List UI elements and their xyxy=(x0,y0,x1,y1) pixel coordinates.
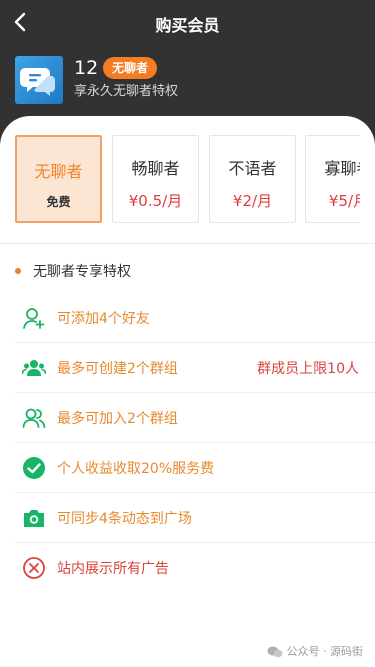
member-badge: 无聊者 xyxy=(103,57,158,79)
plan-name: 畅聊者 xyxy=(131,159,180,178)
add-friend-icon xyxy=(23,308,45,329)
no-ads-icon xyxy=(23,557,45,579)
group-join-icon xyxy=(22,408,46,428)
user-name: 12 xyxy=(74,57,99,79)
group-create-icon xyxy=(22,360,46,376)
plan-list[interactable]: 无聊者 免费 畅聊者 ¥0.5/月 不语者 ¥2/月 寡聊者 ¥5/月 xyxy=(15,135,360,225)
privilege-text: 站内展示所有广告 xyxy=(57,561,169,577)
plan-card-changliao[interactable]: 畅聊者 ¥0.5/月 xyxy=(112,135,199,223)
watermark-text: 公众号 · 源码街 xyxy=(286,645,364,658)
bullet-dot-icon xyxy=(15,268,21,274)
privilege-item-create-groups: 最多可创建2个群组 群成员上限10人 xyxy=(0,343,375,393)
privilege-item-service-fee: 个人收益收取20%服务费 xyxy=(0,443,375,493)
page-title: 购买会员 xyxy=(155,16,220,35)
group-member-limit-note: 群成员上限10人 xyxy=(257,361,359,377)
plan-card-gualiao[interactable]: 寡聊者 ¥5/月 xyxy=(305,135,360,223)
plan-price: ¥2/月 xyxy=(232,192,273,210)
plan-name: 无聊者 xyxy=(34,162,83,181)
plan-price: ¥0.5/月 xyxy=(128,192,183,210)
privilege-item-add-friends: 可添加4个好友 xyxy=(0,293,375,343)
privilege-text: 可添加4个好友 xyxy=(57,311,150,327)
privilege-text: 个人收益收取20%服务费 xyxy=(57,461,215,477)
watermark: 公众号 · 源码街 xyxy=(267,643,364,659)
camera-icon xyxy=(24,510,44,527)
plan-price: ¥5/月 xyxy=(328,192,360,210)
plan-name: 寡聊者 xyxy=(324,159,360,178)
privileges-title: 无聊者专享特权 xyxy=(33,264,131,280)
user-profile: 12 无聊者 享永久无聊者特权 xyxy=(15,56,360,104)
nav-bar: 购买会员 xyxy=(0,0,375,44)
chat-bubble-icon xyxy=(20,68,55,96)
plan-card-wuliao[interactable]: 无聊者 免费 xyxy=(15,135,102,223)
privilege-item-sync-posts: 可同步4条动态到广场 xyxy=(0,493,375,543)
divider xyxy=(0,243,375,244)
check-circle-icon xyxy=(23,457,45,479)
plan-name: 不语者 xyxy=(228,159,277,178)
plan-card-buyu[interactable]: 不语者 ¥2/月 xyxy=(209,135,296,223)
avatar[interactable] xyxy=(15,56,63,104)
wechat-logo-icon xyxy=(267,646,282,658)
privilege-text: 最多可加入2个群组 xyxy=(57,411,178,427)
plan-price: 免费 xyxy=(46,195,71,209)
content-panel: 无聊者 免费 畅聊者 ¥0.5/月 不语者 ¥2/月 寡聊者 ¥5/月 无聊者专… xyxy=(0,116,375,667)
privilege-item-ads: 站内展示所有广告 xyxy=(0,543,375,593)
privilege-text: 可同步4条动态到广场 xyxy=(57,511,192,527)
privilege-item-join-groups: 最多可加入2个群组 xyxy=(0,393,375,443)
membership-subtitle: 享永久无聊者特权 xyxy=(74,84,179,99)
privilege-text: 最多可创建2个群组 xyxy=(57,361,178,377)
